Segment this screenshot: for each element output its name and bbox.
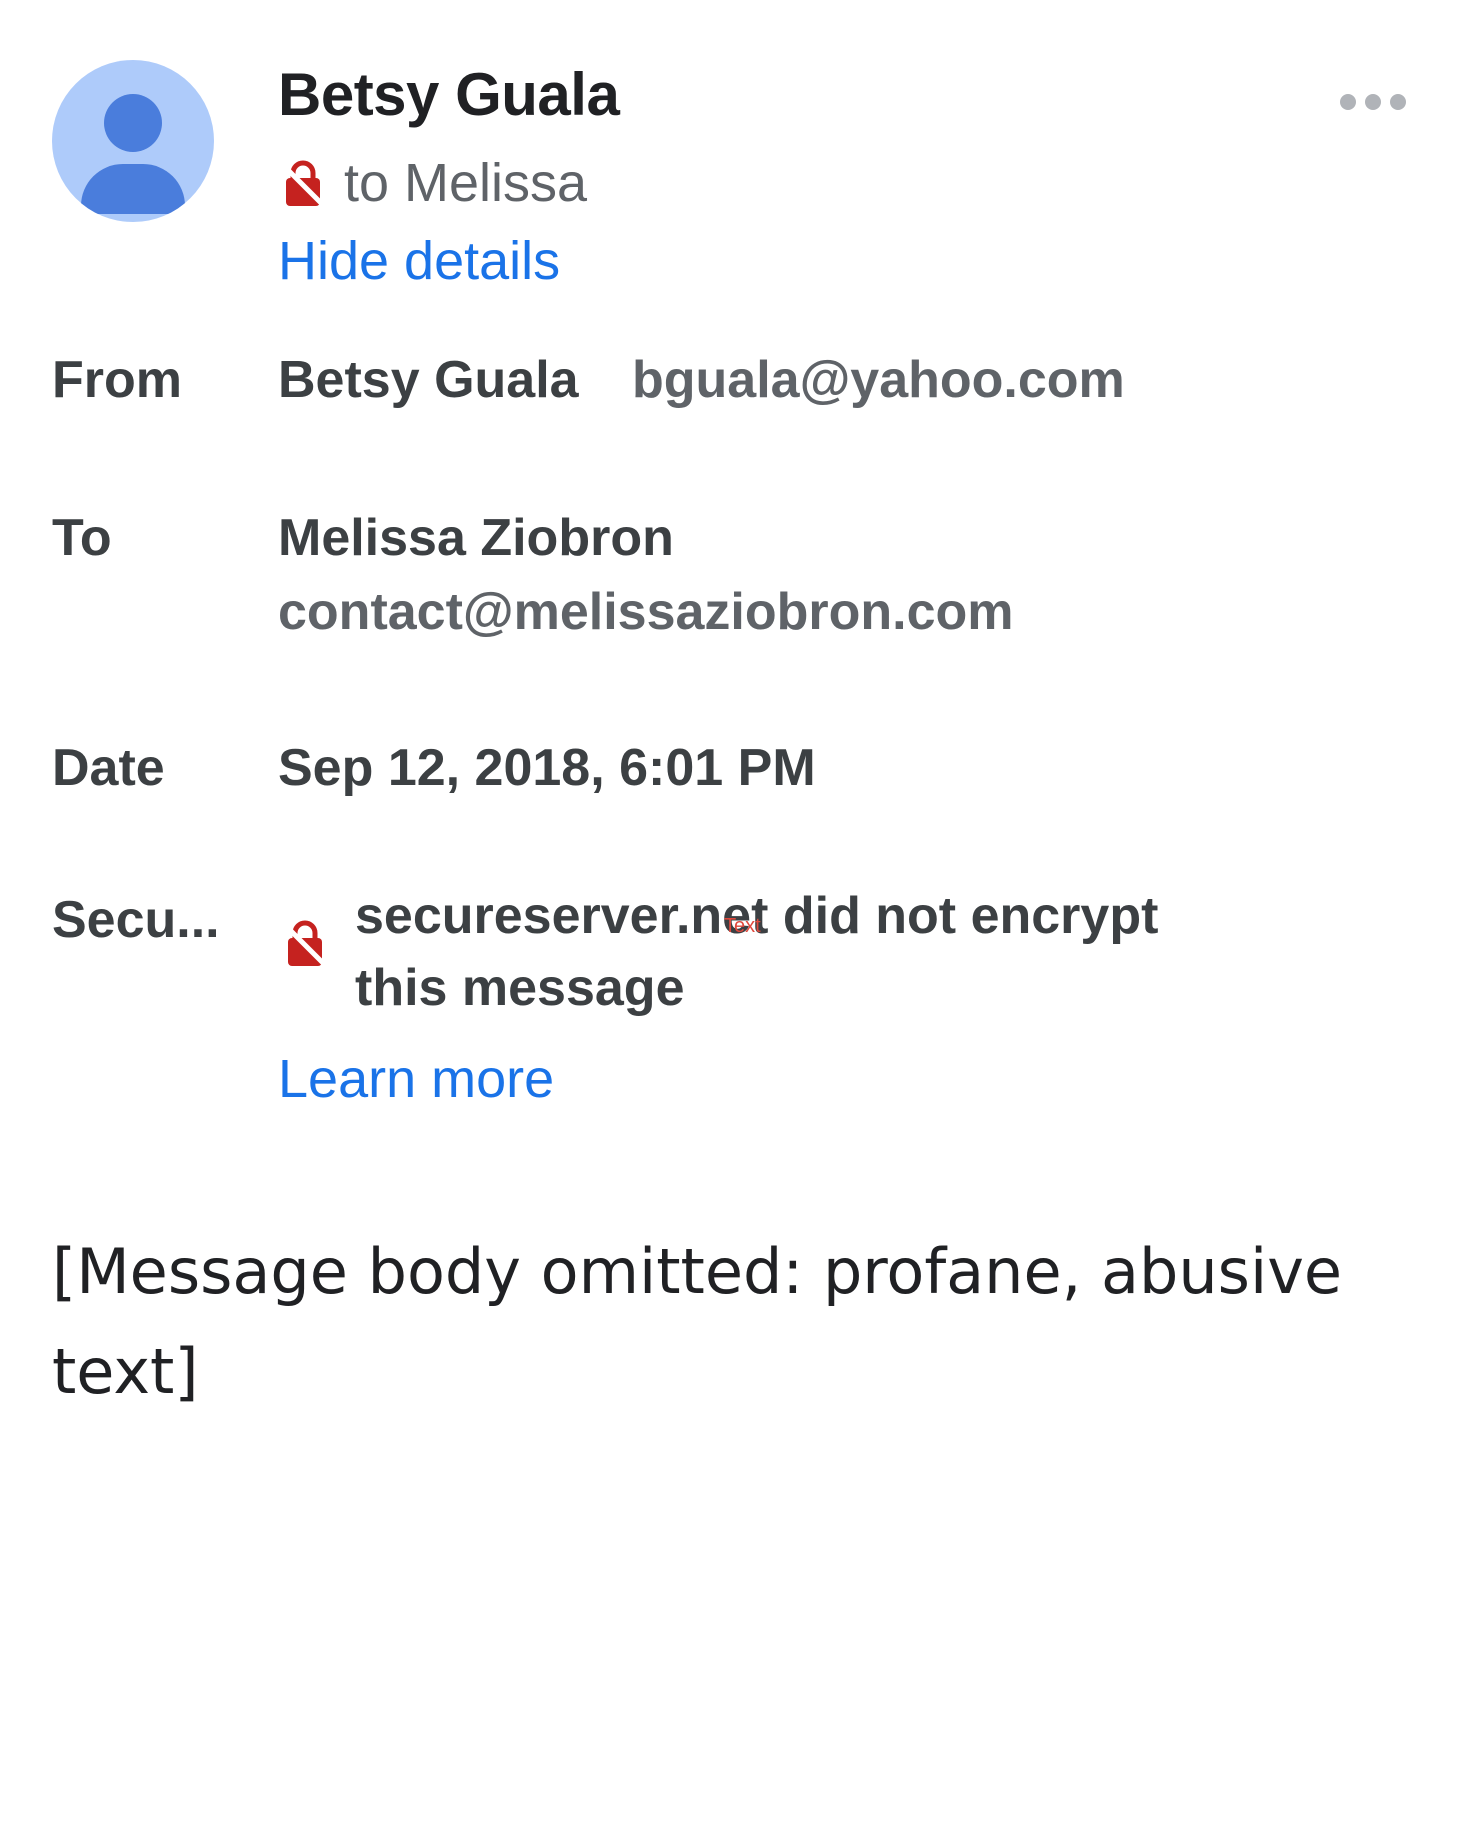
security-message: secureserver.net did not encrypt this me… <box>355 887 1159 1017</box>
to-name: Melissa Ziobron <box>278 509 674 567</box>
to-label: To <box>52 509 112 567</box>
email-detail-view: Betsy Guala to Melissa Hide details From… <box>0 0 1474 1834</box>
from-name: Betsy Guala <box>278 351 579 409</box>
date-label: Date <box>52 739 165 797</box>
more-options-icon[interactable] <box>1340 94 1406 110</box>
unencrypted-lock-icon <box>284 920 326 973</box>
avatar-body <box>81 164 185 214</box>
from-label: From <box>52 351 182 409</box>
to-line-text: to Melissa <box>344 153 588 213</box>
to-email[interactable]: contact@melissaziobron.com <box>278 582 1014 642</box>
message-body: [Message body omitted: profane, abusive … <box>52 1235 1343 1408</box>
avatar-head <box>104 94 162 152</box>
learn-more-link[interactable]: Learn more <box>278 1048 554 1110</box>
recipient-summary: to Melissa <box>282 152 587 214</box>
annotation-label: Text <box>724 915 761 937</box>
sender-name: Betsy Guala <box>278 61 620 128</box>
unencrypted-lock-icon <box>282 159 324 207</box>
security-label: Secu... <box>52 891 220 949</box>
date-value: Sep 12, 2018, 6:01 PM <box>278 739 816 797</box>
sender-avatar-icon[interactable] <box>52 60 214 222</box>
from-email[interactable]: bguala@yahoo.com <box>632 350 1125 410</box>
hide-details-link[interactable]: Hide details <box>278 230 560 292</box>
